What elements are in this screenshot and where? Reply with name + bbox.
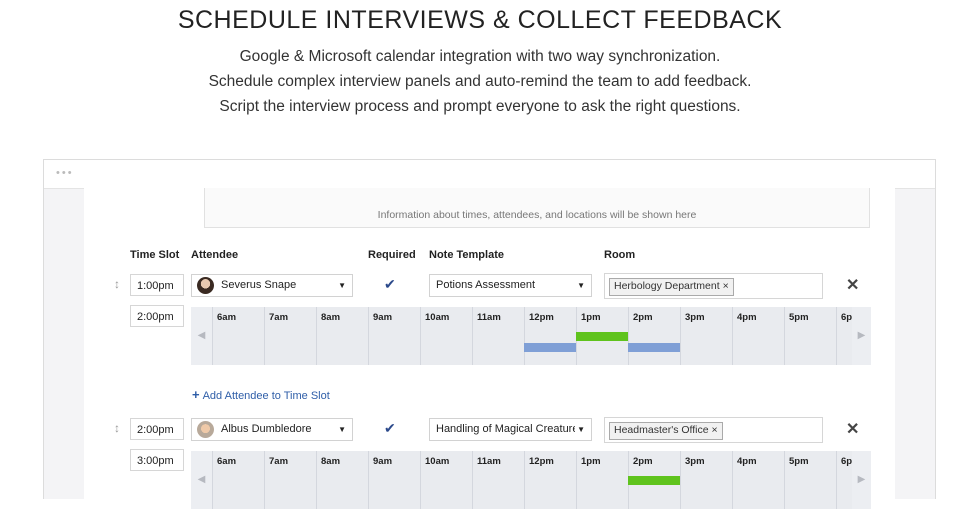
hour-label: 7am	[264, 307, 316, 365]
hour-label: 9am	[368, 307, 420, 365]
hour-label: 3pm	[680, 307, 732, 365]
browser-titlebar: •••	[44, 160, 935, 189]
attendee-name: Albus Dumbledore	[221, 423, 312, 435]
arrow-left-icon[interactable]: ◀	[191, 307, 212, 365]
avatar	[197, 277, 214, 294]
required-checkbox[interactable]: ✔	[384, 276, 396, 293]
arrow-right-icon[interactable]: ▶	[852, 307, 871, 365]
tag-remove-icon[interactable]: ×	[723, 280, 729, 292]
tag-remove-icon[interactable]: ×	[712, 424, 718, 436]
column-attendee: Attendee	[191, 249, 239, 261]
note-template-select[interactable]: Handling of Magical Creatures ▼	[429, 418, 592, 441]
attendee-select[interactable]: Severus Snape ▼	[191, 274, 353, 297]
plus-icon: +	[192, 387, 200, 402]
hero-line-2: Schedule complex interview panels and au…	[208, 73, 752, 90]
avatar	[197, 421, 214, 438]
attendee-select[interactable]: Albus Dumbledore ▼	[191, 418, 353, 441]
chevron-down-icon: ▼	[338, 425, 346, 434]
hour-label: 8am	[316, 307, 368, 365]
room-tag-label: Headmaster's Office	[614, 424, 709, 436]
hour-label: 4pm	[732, 307, 784, 365]
selected-slot[interactable]	[576, 332, 628, 341]
hour-label: 12pm	[524, 451, 576, 509]
hero-line-1: Google & Microsoft calendar integration …	[239, 48, 721, 65]
hour-label: 6am	[212, 451, 264, 509]
hour-label: 10am	[420, 451, 472, 509]
arrow-right-icon[interactable]: ▶	[852, 451, 871, 509]
hour-label: 7am	[264, 451, 316, 509]
hour-label: 2pm	[628, 307, 680, 365]
end-time-input[interactable]: 2:00pm	[130, 305, 184, 327]
info-placeholder: Information about times, attendees, and …	[204, 188, 870, 228]
drag-handle-icon[interactable]: ↕	[114, 277, 120, 291]
busy-block	[628, 343, 680, 352]
hour-label: 5pm	[784, 307, 836, 365]
room-input[interactable]: Headmaster's Office ×	[604, 417, 823, 443]
note-template-select[interactable]: Potions Assessment ▼	[429, 274, 592, 297]
start-time-input[interactable]: 1:00pm	[130, 274, 184, 296]
drag-handle-icon[interactable]: ↕	[114, 421, 120, 435]
window-dots-icon: •••	[56, 167, 74, 179]
chevron-down-icon: ▼	[575, 419, 585, 440]
add-attendee-link[interactable]: + Add Attendee to Time Slot	[192, 387, 330, 402]
note-template-value: Handling of Magical Creatures	[436, 423, 584, 435]
column-note-template: Note Template	[429, 249, 504, 261]
availability-timeline: ◀ 6am 7am 8am 9am 10am 11am 12pm 1pm 2pm…	[191, 451, 871, 509]
hero-line-3: Script the interview process and prompt …	[219, 98, 741, 115]
room-tag: Herbology Department ×	[609, 278, 734, 296]
hour-label: 11am	[472, 307, 524, 365]
hour-label: 11am	[472, 451, 524, 509]
page-title: SCHEDULE INTERVIEWS & COLLECT FEEDBACK	[177, 6, 783, 34]
timeline-hours: 6am 7am 8am 9am 10am 11am 12pm 1pm 2pm 3…	[212, 451, 861, 509]
schedule-panel: Information about times, attendees, and …	[84, 188, 895, 509]
remove-row-icon[interactable]: ✕	[846, 419, 859, 439]
hour-label: 4pm	[732, 451, 784, 509]
column-room: Room	[604, 249, 636, 261]
start-time-input[interactable]: 2:00pm	[130, 418, 184, 440]
busy-block	[524, 343, 576, 352]
hour-label: 12pm	[524, 307, 576, 365]
browser-window: ••• Information about times, attendees, …	[43, 159, 936, 509]
column-time-slot: Time Slot	[130, 249, 180, 261]
availability-timeline: ◀ 6am 7am 8am 9am 10am 11am 12pm 1pm 2pm…	[191, 307, 871, 365]
required-checkbox[interactable]: ✔	[384, 420, 396, 437]
hour-label: 5pm	[784, 451, 836, 509]
room-input[interactable]: Herbology Department ×	[604, 273, 823, 299]
column-required: Required	[368, 249, 416, 261]
hour-label: 8am	[316, 451, 368, 509]
chevron-down-icon: ▼	[577, 281, 585, 290]
note-template-value: Potions Assessment	[436, 279, 536, 291]
chevron-down-icon: ▼	[338, 281, 346, 290]
add-attendee-label: Add Attendee to Time Slot	[202, 390, 330, 402]
end-time-input[interactable]: 3:00pm	[130, 449, 184, 471]
arrow-left-icon[interactable]: ◀	[191, 451, 212, 509]
hour-label: 10am	[420, 307, 472, 365]
selected-slot[interactable]	[628, 476, 680, 485]
hour-label: 6am	[212, 307, 264, 365]
room-tag-label: Herbology Department	[614, 280, 720, 292]
timeline-hours: 6am 7am 8am 9am 10am 11am 12pm 1pm 2pm 3…	[212, 307, 861, 365]
hour-label: 1pm	[576, 451, 628, 509]
remove-row-icon[interactable]: ✕	[846, 275, 859, 295]
hour-label: 9am	[368, 451, 420, 509]
room-tag: Headmaster's Office ×	[609, 422, 723, 440]
hour-label: 3pm	[680, 451, 732, 509]
attendee-name: Severus Snape	[221, 279, 297, 291]
